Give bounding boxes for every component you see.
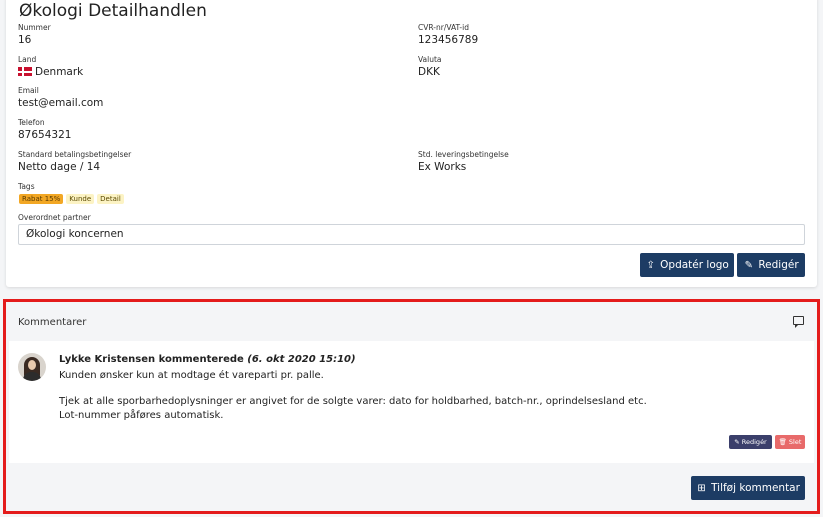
field-label: Email bbox=[18, 86, 39, 95]
field-label: Telefon bbox=[18, 118, 45, 127]
field-value: 87654321 bbox=[18, 129, 72, 141]
parent-partner-field[interactable]: Økologi koncernen bbox=[18, 224, 805, 245]
field-label: Tags bbox=[18, 182, 35, 191]
field-telefon: Telefon 87654321 bbox=[18, 118, 71, 142]
add-comment-button[interactable]: ⊞ Tilføj kommentar bbox=[691, 476, 805, 500]
field-label: CVR-nr/VAT-id bbox=[418, 23, 469, 32]
edit-comment-button[interactable]: ✎ Redigér bbox=[729, 435, 772, 449]
field-label: Valuta bbox=[418, 55, 442, 64]
comment-line: Lot-nummer påføres automatisk. bbox=[59, 410, 224, 421]
field-value: 123456789 bbox=[418, 34, 479, 46]
field-land: Land Denmark bbox=[18, 55, 83, 79]
tag-badge: Rabat 15% bbox=[19, 194, 64, 204]
chat-icon[interactable] bbox=[793, 316, 804, 328]
page-title: Økologi Detailhandlen bbox=[19, 1, 207, 21]
comment-author: Lykke Kristensen kommenterede (6. okt 20… bbox=[59, 354, 356, 365]
edit-icon: ✎ bbox=[734, 438, 742, 446]
comment-line: Tjek at alle sporbarhedoplysninger er an… bbox=[59, 396, 647, 407]
button-label: Tilføj kommentar bbox=[711, 482, 800, 494]
field-value: test@email.com bbox=[18, 97, 104, 109]
field-value: Ex Works bbox=[418, 161, 467, 173]
tag-list: Rabat 15% Kunde Detail bbox=[19, 194, 127, 204]
avatar bbox=[18, 353, 46, 381]
field-label: Standard betalingsbetingelser bbox=[18, 150, 132, 159]
comment-date: (6. okt 2020 15:10) bbox=[247, 354, 356, 365]
comment-line: Kunden ønsker kun at modtage ét varepart… bbox=[59, 370, 324, 381]
author-name: Lykke Kristensen kommenterede bbox=[59, 354, 244, 365]
comments-title: Kommentarer bbox=[18, 317, 87, 328]
delete-comment-button[interactable]: 🗑 Slet bbox=[775, 435, 805, 449]
field-value: Denmark bbox=[18, 65, 83, 79]
field-value: 16 bbox=[18, 34, 32, 46]
field-label: Land bbox=[18, 55, 37, 64]
update-logo-button[interactable]: ⇪ Opdatér logo bbox=[640, 253, 734, 277]
field-value: DKK bbox=[418, 66, 440, 78]
button-label: Redigér bbox=[758, 259, 799, 271]
field-nummer: Nummer 16 bbox=[18, 23, 51, 47]
plus-square-icon: ⊞ bbox=[697, 483, 706, 494]
field-levering: Std. leveringsbetingelse Ex Works bbox=[418, 150, 509, 174]
comments-panel: Kommentarer Lykke Kristensen kommentered… bbox=[9, 305, 814, 508]
edit-partner-button[interactable]: ✎ Redigér bbox=[737, 253, 805, 277]
country-name: Denmark bbox=[35, 66, 84, 78]
upload-icon: ⇪ bbox=[646, 260, 655, 271]
field-label: Std. leveringsbetingelse bbox=[418, 150, 509, 159]
field-value: Netto dage / 14 bbox=[18, 161, 101, 173]
partner-card: Økologi Detailhandlen Nummer 16 CVR-nr/V… bbox=[6, 0, 817, 287]
field-cvr: CVR-nr/VAT-id 123456789 bbox=[418, 23, 478, 47]
trash-icon: 🗑 bbox=[778, 438, 789, 446]
tag-badge: Kunde bbox=[66, 194, 95, 204]
field-email: Email test@email.com bbox=[18, 86, 103, 110]
button-label: Redigér bbox=[741, 438, 767, 446]
tag-badge: Detail bbox=[97, 194, 124, 204]
comments-footer: ⊞ Tilføj kommentar bbox=[9, 463, 814, 508]
edit-icon: ✎ bbox=[744, 260, 754, 271]
field-tags: Tags bbox=[18, 182, 35, 192]
field-label: Nummer bbox=[18, 23, 51, 32]
button-label: Opdatér logo bbox=[660, 259, 729, 271]
comments-header: Kommentarer bbox=[9, 305, 814, 341]
button-label: Slet bbox=[788, 438, 802, 446]
field-overordnet: Overordnet partner bbox=[18, 213, 91, 223]
denmark-flag-icon bbox=[18, 67, 32, 76]
field-label: Overordnet partner bbox=[18, 213, 91, 222]
field-betaling: Standard betalingsbetingelser Netto dage… bbox=[18, 150, 131, 174]
field-valuta: Valuta DKK bbox=[418, 55, 442, 79]
